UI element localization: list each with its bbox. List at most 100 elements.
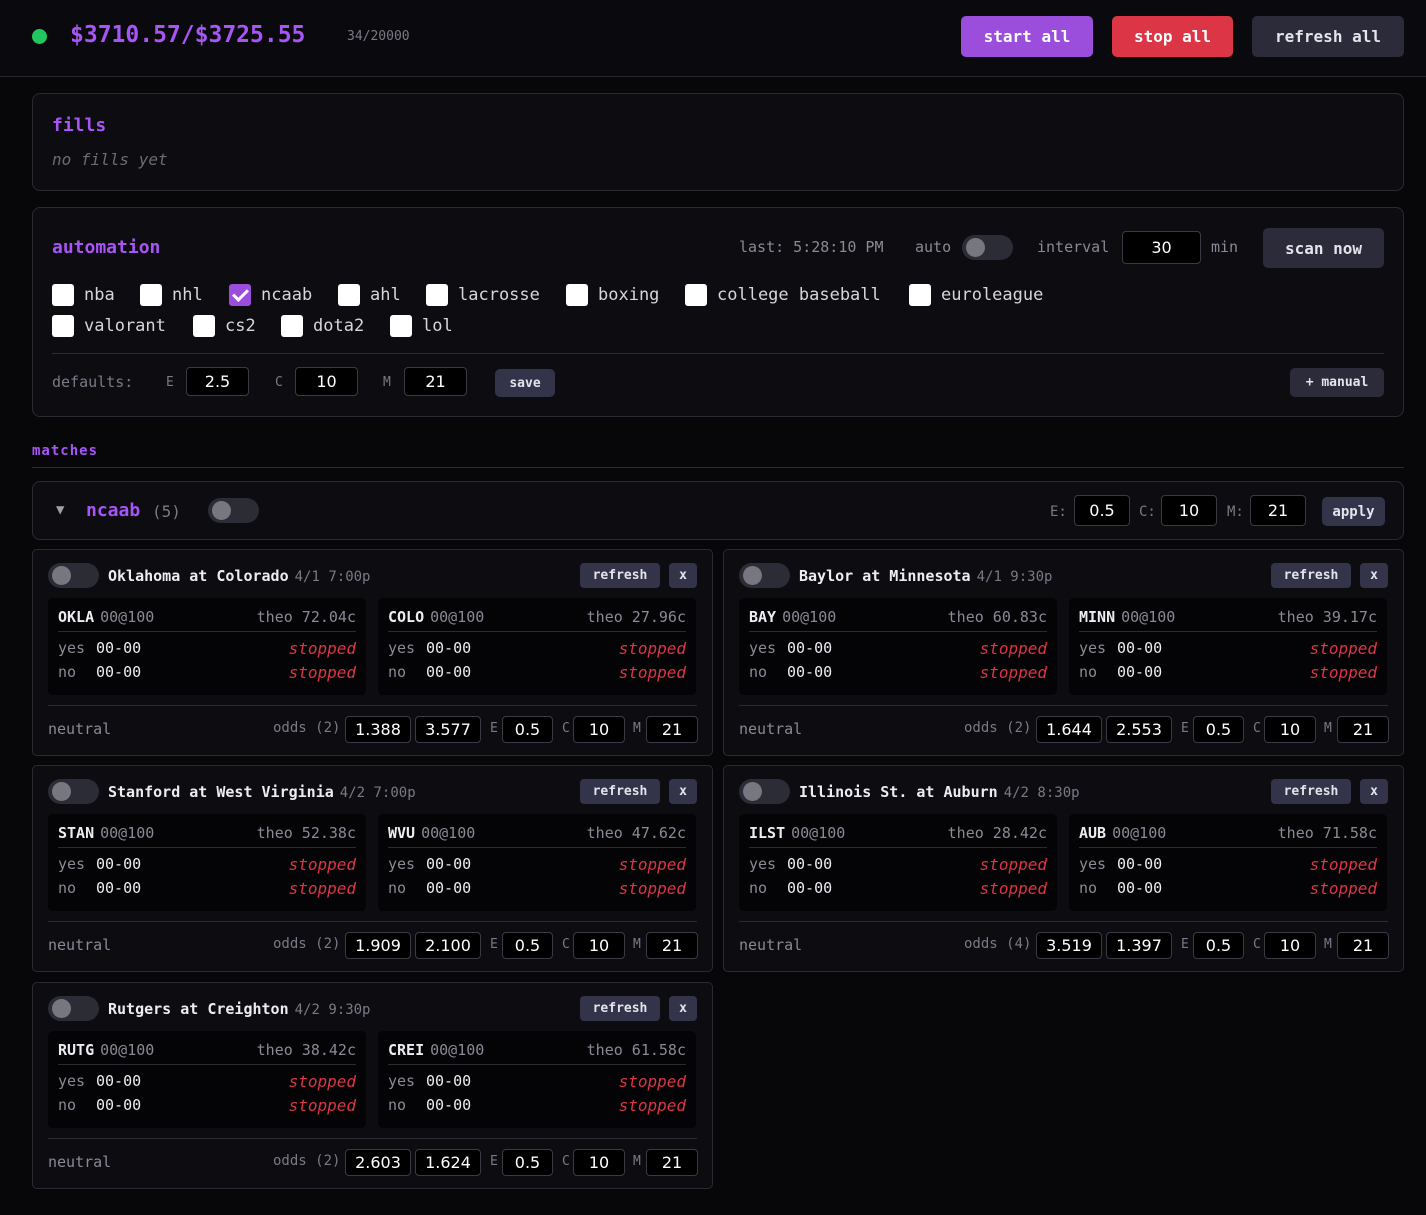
- card-e-input[interactable]: 0.5: [502, 932, 553, 959]
- refresh-match-button[interactable]: refresh: [580, 563, 660, 588]
- odds-input-2[interactable]: 2.553: [1106, 716, 1172, 743]
- checkbox-icon[interactable]: [909, 284, 931, 306]
- market-side-header: MINN 00@100 theo 39.17c: [1079, 608, 1377, 632]
- card-m-input[interactable]: 21: [646, 1149, 698, 1176]
- refresh-match-button[interactable]: refresh: [1271, 563, 1351, 588]
- match-title: Stanford at West Virginia 4/2 7:00p: [108, 783, 416, 801]
- default-m-input[interactable]: 21: [404, 367, 467, 396]
- match-date: 4/2 9:30p: [294, 1002, 371, 1018]
- yes-value: 00-00: [426, 639, 472, 657]
- stop-all-button[interactable]: stop all: [1112, 16, 1233, 57]
- default-e-input[interactable]: 2.5: [186, 367, 249, 396]
- card-e-input[interactable]: 0.5: [1193, 716, 1244, 743]
- group-c-input[interactable]: 10: [1161, 495, 1217, 526]
- checkbox-icon[interactable]: [685, 284, 707, 306]
- refresh-all-button[interactable]: refresh all: [1252, 16, 1404, 57]
- default-c-input[interactable]: 10: [295, 367, 358, 396]
- sport-checkbox-ahl[interactable]: ahl: [338, 284, 401, 306]
- no-value: 00-00: [96, 879, 142, 897]
- remove-match-button[interactable]: x: [1360, 779, 1388, 804]
- group-e-input[interactable]: 0.5: [1074, 495, 1130, 526]
- refresh-match-button[interactable]: refresh: [580, 996, 660, 1021]
- sport-checkbox-lacrosse[interactable]: lacrosse: [426, 284, 540, 306]
- market-side-header: AUB 00@100 theo 71.58c: [1079, 824, 1377, 848]
- no-value: 00-00: [1117, 663, 1163, 681]
- interval-input[interactable]: 30: [1122, 231, 1201, 264]
- sport-checkbox-nba[interactable]: nba: [52, 284, 115, 306]
- match-toggle[interactable]: [48, 996, 99, 1021]
- card-e-input[interactable]: 0.5: [1193, 932, 1244, 959]
- refresh-match-button[interactable]: refresh: [580, 779, 660, 804]
- remove-match-button[interactable]: x: [669, 996, 697, 1021]
- odds-input-2[interactable]: 2.100: [415, 932, 481, 959]
- sport-checkbox-cs2[interactable]: cs2: [193, 315, 256, 337]
- sport-checkbox-nhl[interactable]: nhl: [140, 284, 203, 306]
- card-c-input[interactable]: 10: [573, 716, 625, 743]
- remove-match-button[interactable]: x: [669, 563, 697, 588]
- sport-checkbox-lol[interactable]: lol: [390, 315, 453, 337]
- card-c-input[interactable]: 10: [573, 932, 625, 959]
- checkbox-icon[interactable]: [281, 315, 303, 337]
- card-c-input[interactable]: 10: [1264, 716, 1316, 743]
- collapse-caret-icon[interactable]: ▼: [56, 502, 64, 518]
- yes-value: 00-00: [426, 855, 472, 873]
- team-code: BAY: [749, 608, 777, 626]
- checkbox-icon[interactable]: [193, 315, 215, 337]
- card-m-input[interactable]: 21: [1337, 716, 1389, 743]
- scan-now-button[interactable]: scan now: [1263, 228, 1384, 268]
- card-c-input[interactable]: 10: [573, 1149, 625, 1176]
- checkbox-icon[interactable]: [52, 315, 74, 337]
- add-manual-button[interactable]: + manual: [1290, 368, 1384, 397]
- card-e-input[interactable]: 0.5: [502, 716, 553, 743]
- group-toggle[interactable]: [208, 498, 259, 523]
- market-side: WVU 00@100 theo 47.62c yes 00-00 stopped n…: [378, 814, 696, 911]
- odds-input-1[interactable]: 2.603: [345, 1149, 411, 1176]
- balance: $3710.57/$3725.55: [70, 22, 306, 48]
- sport-checkbox-dota2[interactable]: dota2: [281, 315, 364, 337]
- start-all-button[interactable]: start all: [961, 16, 1093, 57]
- card-m-input[interactable]: 21: [1337, 932, 1389, 959]
- card-m-input[interactable]: 21: [646, 932, 698, 959]
- card-c-input[interactable]: 10: [1264, 932, 1316, 959]
- sport-checkbox-college-baseball[interactable]: college baseball: [685, 284, 881, 306]
- remove-match-button[interactable]: x: [669, 779, 697, 804]
- odds-input-1[interactable]: 3.519: [1036, 932, 1102, 959]
- match-toggle[interactable]: [739, 563, 790, 588]
- yes-label: yes: [388, 1072, 416, 1090]
- checkbox-checked-icon[interactable]: [229, 284, 251, 306]
- auto-toggle[interactable]: [962, 235, 1013, 260]
- odds-input-2[interactable]: 3.577: [415, 716, 481, 743]
- card-m-input[interactable]: 21: [646, 716, 698, 743]
- sport-checkbox-valorant[interactable]: valorant: [52, 315, 166, 337]
- match-toggle[interactable]: [48, 563, 99, 588]
- sport-checkbox-euroleague[interactable]: euroleague: [909, 284, 1043, 306]
- checkbox-icon[interactable]: [140, 284, 162, 306]
- odds-input-1[interactable]: 1.388: [345, 716, 411, 743]
- checkbox-icon[interactable]: [390, 315, 412, 337]
- match-toggle[interactable]: [48, 779, 99, 804]
- no-status: stopped: [288, 1096, 356, 1115]
- market-side: OKLA 00@100 theo 72.04c yes 00-00 stopped …: [48, 598, 366, 695]
- match-card: Oklahoma at Colorado 4/1 7:00p refresh x …: [32, 549, 713, 756]
- remove-match-button[interactable]: x: [1360, 563, 1388, 588]
- odds-input-1[interactable]: 1.644: [1036, 716, 1102, 743]
- refresh-match-button[interactable]: refresh: [1271, 779, 1351, 804]
- automation-title: automation: [52, 237, 161, 258]
- checkbox-icon[interactable]: [338, 284, 360, 306]
- checkbox-icon[interactable]: [566, 284, 588, 306]
- odds-input-2[interactable]: 1.624: [415, 1149, 481, 1176]
- card-e-input[interactable]: 0.5: [502, 1149, 553, 1176]
- group-m-input[interactable]: 21: [1250, 495, 1306, 526]
- odds-input-1[interactable]: 1.909: [345, 932, 411, 959]
- odds-input-2[interactable]: 1.397: [1106, 932, 1172, 959]
- group-header-ncaab[interactable]: ▼ ncaab (5) E: 0.5 C: 10 M: 21 apply: [32, 481, 1404, 540]
- match-toggle[interactable]: [739, 779, 790, 804]
- sport-checkbox-ncaab[interactable]: ncaab: [229, 284, 312, 306]
- yes-row: yes 00-00 stopped: [749, 855, 1047, 874]
- theo-price: theo 27.96c: [586, 608, 686, 626]
- checkbox-icon[interactable]: [52, 284, 74, 306]
- sport-checkbox-boxing[interactable]: boxing: [566, 284, 659, 306]
- checkbox-icon[interactable]: [426, 284, 448, 306]
- apply-group-button[interactable]: apply: [1322, 497, 1385, 526]
- save-defaults-button[interactable]: save: [495, 369, 555, 397]
